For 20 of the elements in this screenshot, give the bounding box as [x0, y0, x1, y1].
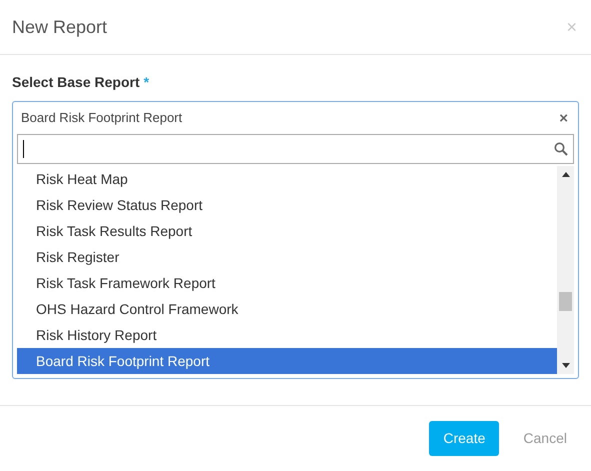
scroll-down-icon[interactable]	[562, 363, 570, 368]
dropdown-option[interactable]: Risk Task Results Report	[17, 218, 557, 244]
scroll-thumb[interactable]	[559, 292, 572, 311]
dropdown-option[interactable]: Risk History Report	[17, 322, 557, 348]
field-label: Select Base Report	[12, 73, 140, 92]
dropdown-option[interactable]: OHS Hazard Control Framework	[17, 296, 557, 322]
selected-value[interactable]: Board Risk Footprint Report	[21, 108, 182, 128]
clear-button[interactable]: ×	[559, 110, 568, 126]
dropdown-option[interactable]: Board Risk Footprint Report	[17, 348, 557, 374]
search-field[interactable]	[17, 134, 574, 164]
text-cursor	[23, 140, 24, 158]
search-icon	[554, 142, 568, 156]
dropdown-option[interactable]: Risk Task Framework Report	[17, 270, 557, 296]
dialog-title: New Report	[12, 16, 108, 39]
scrollbar[interactable]	[557, 166, 574, 374]
required-mark: *	[144, 73, 150, 92]
dropdown-option[interactable]: Risk Heat Map	[17, 166, 557, 192]
dropdown-option[interactable]: Risk Register	[17, 244, 557, 270]
dropdown-option[interactable]: Risk Review Status Report	[17, 192, 557, 218]
scroll-up-icon[interactable]	[562, 172, 570, 177]
